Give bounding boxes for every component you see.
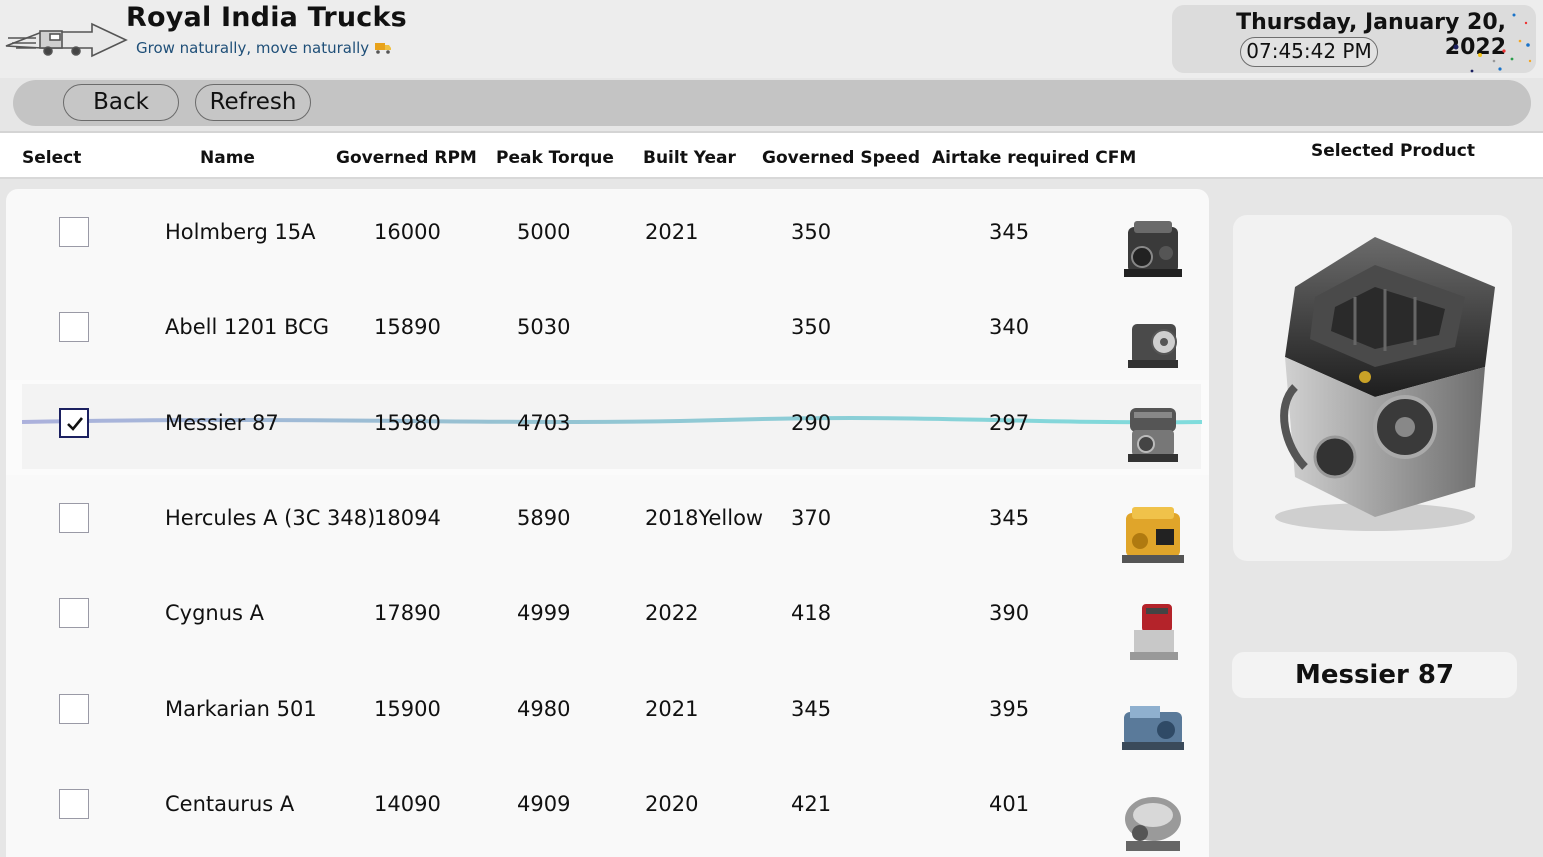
row-governed-rpm: 18094 bbox=[374, 506, 441, 530]
checkmark-icon bbox=[67, 417, 84, 431]
refresh-button[interactable]: Refresh bbox=[195, 84, 311, 121]
row-name: Markarian 501 bbox=[165, 697, 317, 721]
row-governed-rpm: 14090 bbox=[374, 792, 441, 816]
row-peak-torque: 5030 bbox=[517, 315, 571, 339]
row-airtake: 401 bbox=[989, 792, 1030, 816]
engine-yellow-icon bbox=[1122, 507, 1184, 563]
row-governed-rpm: 15900 bbox=[374, 697, 441, 721]
column-header-select: Select bbox=[22, 148, 82, 168]
datetime-panel: Thursday, January 20, 2022 07:45:42 PM bbox=[1172, 5, 1536, 73]
time-label: 07:45:42 PM bbox=[1240, 37, 1378, 67]
column-header-name: Name bbox=[200, 148, 255, 168]
row-governed-speed: 350 bbox=[791, 220, 832, 244]
row-checkbox[interactable] bbox=[59, 694, 89, 724]
column-header-governed-speed: Governed Speed bbox=[762, 148, 920, 168]
engine-gallery: Holmberg 15A 16000 5000 2021 350 345 Abe… bbox=[6, 189, 1209, 857]
app-header: Royal India Trucks Grow naturally, move … bbox=[0, 0, 1543, 78]
table-row[interactable]: Markarian 501 15900 4980 2021 345 395 bbox=[6, 666, 1209, 761]
selected-product-name: Messier 87 bbox=[1232, 652, 1517, 698]
row-name: Hercules A (3C 348) bbox=[165, 506, 376, 530]
engine-blue-icon bbox=[1122, 706, 1184, 750]
selected-product-heading: Selected Product bbox=[1311, 141, 1475, 161]
app-title: Royal India Trucks bbox=[126, 2, 407, 33]
engine-chrome-icon bbox=[1125, 797, 1181, 851]
row-governed-rpm: 17890 bbox=[374, 601, 441, 625]
row-built-year: 2022 bbox=[645, 601, 699, 625]
truck-logo-icon bbox=[5, 22, 128, 58]
row-airtake: 345 bbox=[989, 506, 1030, 530]
row-peak-torque: 5890 bbox=[517, 506, 571, 530]
row-checkbox[interactable] bbox=[59, 789, 89, 819]
row-governed-rpm: 15980 bbox=[374, 411, 441, 435]
column-header-peak-torque: Peak Torque bbox=[496, 148, 614, 168]
table-row[interactable]: Hercules A (3C 348) 18094 5890 2018Yello… bbox=[6, 475, 1209, 570]
delivery-truck-icon bbox=[375, 43, 392, 54]
row-name: Centaurus A bbox=[165, 792, 295, 816]
row-checkbox[interactable] bbox=[59, 312, 89, 342]
row-checkbox[interactable] bbox=[59, 598, 89, 628]
selected-engine-image-icon bbox=[1275, 237, 1495, 531]
confetti-decoration-icon bbox=[1453, 13, 1532, 73]
row-name: Cygnus A bbox=[165, 601, 265, 625]
row-airtake: 340 bbox=[989, 315, 1030, 339]
row-peak-torque: 4980 bbox=[517, 697, 571, 721]
engine-dark-icon bbox=[1124, 221, 1182, 277]
row-governed-speed: 421 bbox=[791, 792, 832, 816]
column-header-airtake: Airtake required CFM bbox=[932, 148, 1137, 168]
engine-red-icon bbox=[1130, 604, 1178, 660]
row-governed-speed: 350 bbox=[791, 315, 832, 339]
tagline: Grow naturally, move naturally bbox=[136, 39, 392, 57]
row-governed-rpm: 15890 bbox=[374, 315, 441, 339]
row-built-year: 2018Yellow bbox=[645, 506, 764, 530]
row-governed-speed: 418 bbox=[791, 601, 832, 625]
row-built-year: 2021 bbox=[645, 220, 699, 244]
table-row[interactable]: Abell 1201 BCG 15890 5030 350 340 bbox=[6, 284, 1209, 379]
row-peak-torque: 4703 bbox=[517, 411, 571, 435]
row-airtake: 297 bbox=[989, 411, 1030, 435]
row-checkbox[interactable] bbox=[59, 217, 89, 247]
row-airtake: 390 bbox=[989, 601, 1030, 625]
engine-silver-icon bbox=[1128, 408, 1178, 462]
row-governed-speed: 290 bbox=[791, 411, 832, 435]
row-name: Messier 87 bbox=[165, 411, 279, 435]
row-built-year: 2021 bbox=[645, 697, 699, 721]
tagline-text: Grow naturally, move naturally bbox=[136, 39, 370, 57]
row-governed-speed: 370 bbox=[791, 506, 832, 530]
row-governed-speed: 345 bbox=[791, 697, 832, 721]
row-peak-torque: 4999 bbox=[517, 601, 571, 625]
engine-gray-icon bbox=[1128, 324, 1178, 368]
row-airtake: 345 bbox=[989, 220, 1030, 244]
column-header-built-year: Built Year bbox=[643, 148, 736, 168]
row-airtake: 395 bbox=[989, 697, 1030, 721]
toolbar: Back Refresh bbox=[13, 80, 1531, 126]
selected-product-card bbox=[1233, 215, 1512, 561]
row-peak-torque: 5000 bbox=[517, 220, 571, 244]
row-built-year: 2020 bbox=[645, 792, 699, 816]
row-checkbox-checked[interactable] bbox=[59, 408, 89, 438]
row-name: Abell 1201 BCG bbox=[165, 315, 330, 339]
table-row[interactable]: Centaurus A 14090 4909 2020 421 401 bbox=[6, 761, 1209, 856]
row-name: Holmberg 15A bbox=[165, 220, 316, 244]
row-checkbox[interactable] bbox=[59, 503, 89, 533]
column-header-governed-rpm: Governed RPM bbox=[336, 148, 477, 168]
table-row-selected[interactable]: Messier 87 15980 4703 290 297 bbox=[6, 380, 1209, 475]
row-peak-torque: 4909 bbox=[517, 792, 571, 816]
row-governed-rpm: 16000 bbox=[374, 220, 441, 244]
table-row[interactable]: Holmberg 15A 16000 5000 2021 350 345 bbox=[6, 189, 1209, 284]
back-button[interactable]: Back bbox=[63, 84, 179, 121]
table-row[interactable]: Cygnus A 17890 4999 2022 418 390 bbox=[6, 570, 1209, 665]
